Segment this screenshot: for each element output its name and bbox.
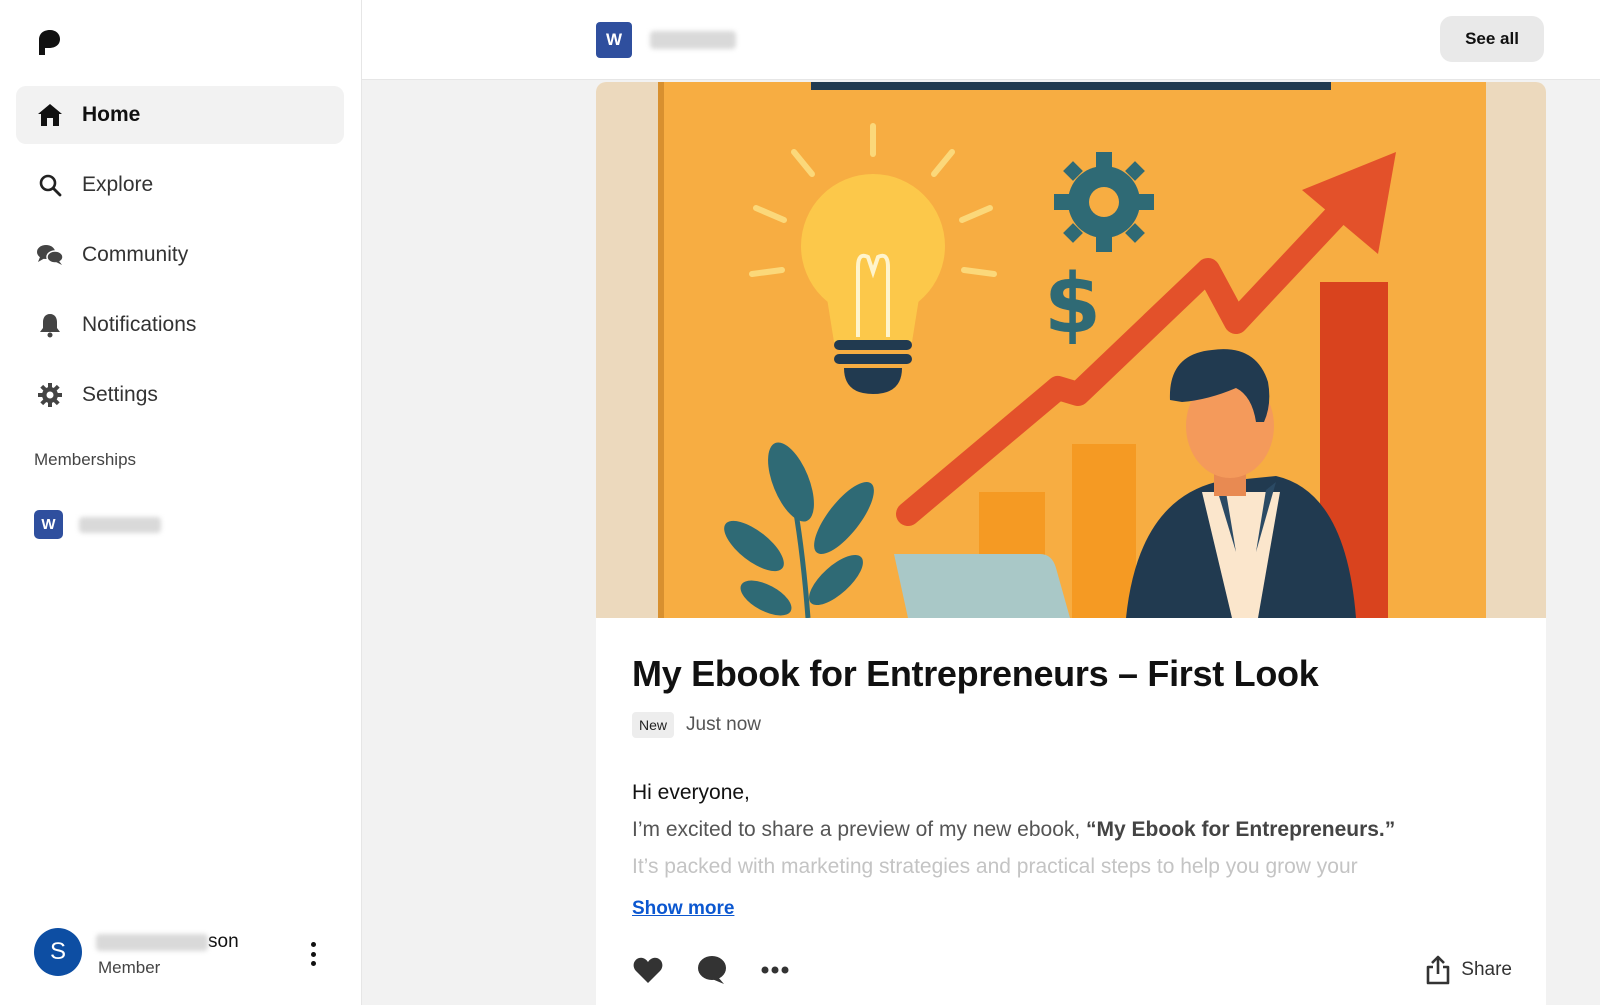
- search-icon: [36, 171, 64, 199]
- nav-item-label: Notifications: [82, 313, 197, 336]
- nav-item-label: Community: [82, 243, 189, 266]
- membership-item[interactable]: W: [34, 510, 161, 539]
- share-icon: [1426, 955, 1450, 985]
- bell-icon: [36, 311, 64, 339]
- post-line-text: I’m excited to share a preview of my new…: [632, 818, 1087, 841]
- show-more-link[interactable]: Show more: [632, 898, 734, 920]
- user-profile[interactable]: S son Member: [34, 928, 334, 978]
- post-actions: Share: [632, 952, 1512, 992]
- sidebar: Home Explore Community Notifications Set…: [0, 0, 362, 1005]
- nav-item-label: Home: [82, 103, 141, 126]
- nav-item-explore[interactable]: Explore: [16, 156, 344, 214]
- patreon-logo-icon[interactable]: [36, 28, 62, 56]
- post-card: $ My Ebook for Entrepreneurs – First Loo…: [596, 82, 1546, 1005]
- nav-item-notifications[interactable]: Notifications: [16, 296, 344, 354]
- main-nav: Home Explore Community Notifications Set…: [16, 86, 344, 436]
- see-all-button[interactable]: See all: [1440, 16, 1544, 62]
- post-title[interactable]: My Ebook for Entrepreneurs – First Look: [632, 653, 1319, 695]
- svg-text:$: $: [1044, 257, 1101, 352]
- nav-item-home[interactable]: Home: [16, 86, 344, 144]
- ebook-title-emphasis: “My Ebook for Entrepreneurs.”: [1086, 818, 1396, 841]
- nav-item-settings[interactable]: Settings: [16, 366, 344, 424]
- new-badge: New: [632, 712, 675, 738]
- like-icon[interactable]: [632, 952, 664, 988]
- more-options-icon[interactable]: [308, 942, 318, 966]
- home-icon: [36, 101, 64, 129]
- post-line-faded: It’s packed with marketing strategies an…: [632, 855, 1358, 878]
- top-bar: W See all: [362, 0, 1600, 80]
- more-icon[interactable]: [760, 952, 790, 988]
- avatar: S: [34, 928, 82, 976]
- creator-header[interactable]: W: [596, 22, 736, 58]
- nav-item-community[interactable]: Community: [16, 226, 344, 284]
- post-line: I’m excited to share a preview of my new…: [632, 811, 1512, 848]
- post-cover-image[interactable]: $: [596, 82, 1546, 618]
- user-name-redacted: [96, 933, 208, 951]
- nav-item-label: Explore: [82, 173, 154, 196]
- creator-name-redacted: [650, 31, 736, 49]
- chat-icon: [36, 241, 64, 269]
- membership-name-redacted: [79, 516, 161, 533]
- gear-icon: [36, 381, 64, 409]
- post-timestamp: Just now: [686, 714, 761, 735]
- user-name: son: [96, 931, 239, 953]
- comment-icon[interactable]: [696, 952, 728, 988]
- creator-avatar: W: [596, 22, 632, 58]
- nav-item-label: Settings: [82, 383, 158, 406]
- user-name-suffix: son: [208, 931, 239, 952]
- post-meta: New Just now: [632, 712, 761, 738]
- share-label: Share: [1461, 959, 1512, 980]
- post-body: Hi everyone, I’m excited to share a prev…: [632, 774, 1512, 885]
- share-button[interactable]: Share: [1425, 952, 1512, 988]
- membership-avatar: W: [34, 510, 63, 539]
- user-role: Member: [98, 958, 161, 977]
- memberships-heading: Memberships: [34, 450, 137, 469]
- post-greeting: Hi everyone,: [632, 781, 750, 804]
